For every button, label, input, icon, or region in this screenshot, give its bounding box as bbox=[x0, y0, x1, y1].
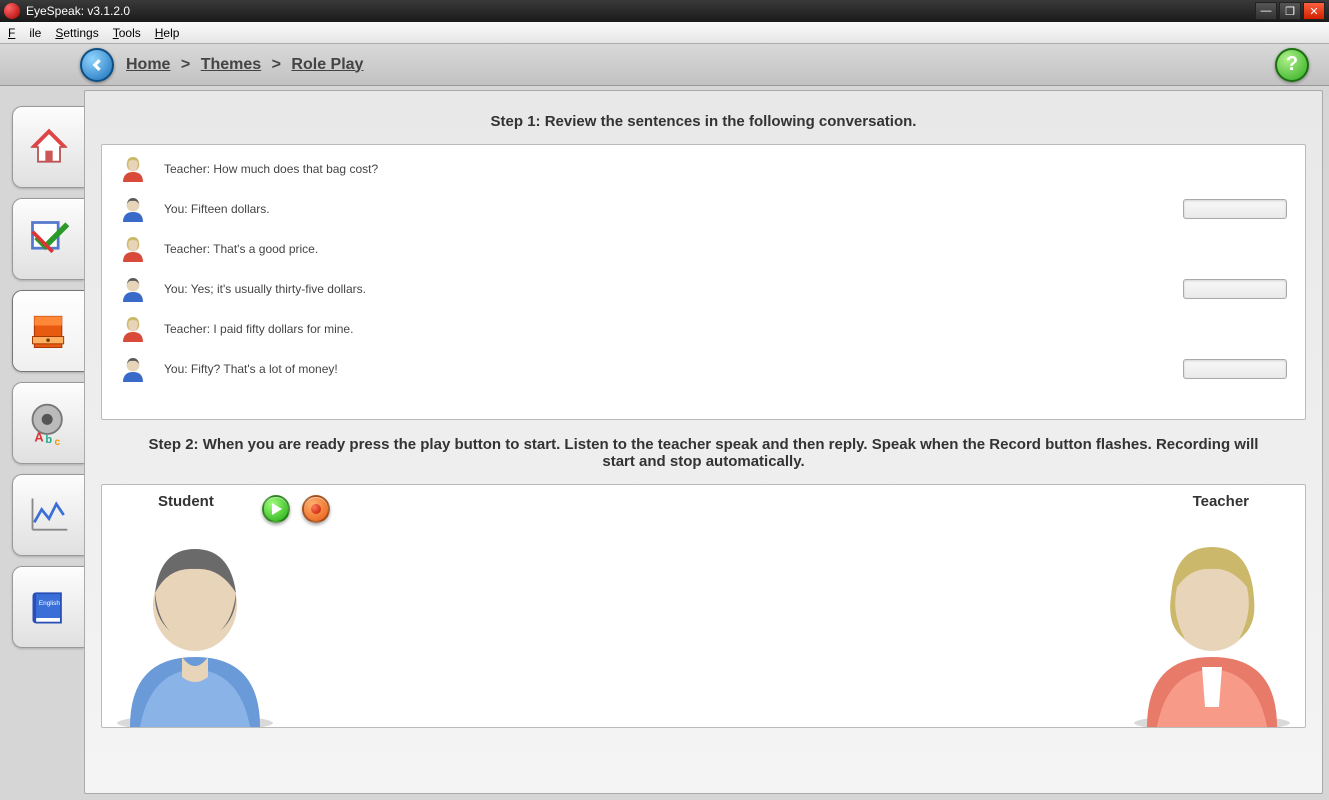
chart-icon bbox=[27, 493, 71, 537]
teacher-label: Teacher bbox=[1193, 493, 1249, 510]
conversation-row: You: Yes; it's usually thirty-five dolla… bbox=[102, 269, 1305, 309]
window-title: EyeSpeak: v3.1.2.0 bbox=[26, 4, 1255, 18]
menu-tools[interactable]: Tools bbox=[113, 26, 141, 40]
work-area: A b c English Step 1: Review the sentenc… bbox=[0, 86, 1329, 800]
teacher-avatar-small bbox=[120, 236, 146, 262]
check-icon bbox=[27, 217, 71, 261]
home-icon bbox=[27, 125, 71, 169]
conversation-text: You: Fifteen dollars. bbox=[164, 202, 1171, 216]
progress-bar[interactable] bbox=[1183, 359, 1287, 379]
teacher-avatar-small bbox=[120, 316, 146, 342]
help-button[interactable]: ? bbox=[1275, 48, 1309, 82]
menu-settings[interactable]: Settings bbox=[55, 26, 98, 40]
menu-bar: File Settings Tools Help bbox=[0, 22, 1329, 44]
breadcrumb-sep: > bbox=[181, 56, 190, 73]
teacher-avatar-icon bbox=[120, 236, 146, 262]
svg-text:A: A bbox=[34, 429, 43, 444]
student-avatar-icon bbox=[120, 276, 146, 302]
student-avatar-icon bbox=[120, 196, 146, 222]
dictionary-icon: English bbox=[27, 585, 71, 629]
sidetab-drawer[interactable] bbox=[12, 290, 84, 372]
conversation-text: Teacher: How much does that bag cost? bbox=[164, 162, 1287, 176]
student-avatar-small bbox=[120, 276, 146, 302]
sidetab-chart[interactable] bbox=[12, 474, 84, 556]
main-panel: Step 1: Review the sentences in the foll… bbox=[84, 90, 1323, 794]
svg-text:c: c bbox=[54, 437, 60, 445]
close-button[interactable]: ✕ bbox=[1303, 2, 1325, 20]
teacher-avatar-icon bbox=[120, 316, 146, 342]
breadcrumb: Home > Themes > Role Play bbox=[126, 56, 363, 74]
conversation-text: Teacher: I paid fifty dollars for mine. bbox=[164, 322, 1287, 336]
breadcrumb-bar: Home > Themes > Role Play ? bbox=[0, 44, 1329, 86]
minimize-button[interactable]: — bbox=[1255, 2, 1277, 20]
sidetab-check[interactable] bbox=[12, 198, 84, 280]
sidetab-pronounce[interactable]: A b c bbox=[12, 382, 84, 464]
menu-file[interactable]: File bbox=[8, 26, 41, 40]
progress-bar[interactable] bbox=[1183, 199, 1287, 219]
student-avatar-icon bbox=[120, 356, 146, 382]
title-bar: EyeSpeak: v3.1.2.0 — ❐ ✕ bbox=[0, 0, 1329, 22]
back-button[interactable] bbox=[80, 48, 114, 82]
arrow-left-icon bbox=[88, 56, 106, 74]
conversation-row: Teacher: I paid fifty dollars for mine. bbox=[102, 309, 1305, 349]
breadcrumb-home[interactable]: Home bbox=[126, 56, 170, 73]
teacher-avatar-icon bbox=[120, 156, 146, 182]
breadcrumb-sep: > bbox=[272, 56, 281, 73]
sidetab-dictionary[interactable]: English bbox=[12, 566, 84, 648]
teacher-avatar-small bbox=[120, 156, 146, 182]
step1-title: Step 1: Review the sentences in the foll… bbox=[101, 113, 1306, 130]
app-icon bbox=[4, 3, 20, 19]
conversation-row: Teacher: That's a good price. bbox=[102, 229, 1305, 269]
svg-text:b: b bbox=[45, 434, 52, 445]
conversation-panel: Teacher: How much does that bag cost? You… bbox=[101, 144, 1306, 420]
breadcrumb-roleplay[interactable]: Role Play bbox=[291, 56, 363, 73]
student-avatar-large bbox=[110, 527, 280, 727]
practice-panel: Student Teacher bbox=[101, 484, 1306, 728]
teacher-avatar-large bbox=[1127, 527, 1297, 727]
side-tabs: A b c English bbox=[0, 86, 84, 800]
conversation-row: Teacher: How much does that bag cost? bbox=[102, 149, 1305, 189]
record-button[interactable] bbox=[302, 495, 330, 523]
maximize-button[interactable]: ❐ bbox=[1279, 2, 1301, 20]
student-avatar-small bbox=[120, 356, 146, 382]
student-avatar-small bbox=[120, 196, 146, 222]
breadcrumb-themes[interactable]: Themes bbox=[201, 56, 261, 73]
conversation-text: Teacher: That's a good price. bbox=[164, 242, 1287, 256]
play-button[interactable] bbox=[262, 495, 290, 523]
sidetab-home[interactable] bbox=[12, 106, 84, 188]
progress-bar[interactable] bbox=[1183, 279, 1287, 299]
student-label: Student bbox=[158, 493, 214, 510]
menu-help[interactable]: Help bbox=[155, 26, 180, 40]
step2-title: Step 2: When you are ready press the pla… bbox=[101, 436, 1306, 470]
conversation-text: You: Fifty? That's a lot of money! bbox=[164, 362, 1171, 376]
conversation-row: You: Fifty? That's a lot of money! bbox=[102, 349, 1305, 389]
svg-text:English: English bbox=[38, 600, 59, 607]
conversation-text: You: Yes; it's usually thirty-five dolla… bbox=[164, 282, 1171, 296]
conversation-row: You: Fifteen dollars. bbox=[102, 189, 1305, 229]
pronounce-icon: A b c bbox=[27, 401, 71, 445]
drawer-icon bbox=[27, 309, 71, 353]
